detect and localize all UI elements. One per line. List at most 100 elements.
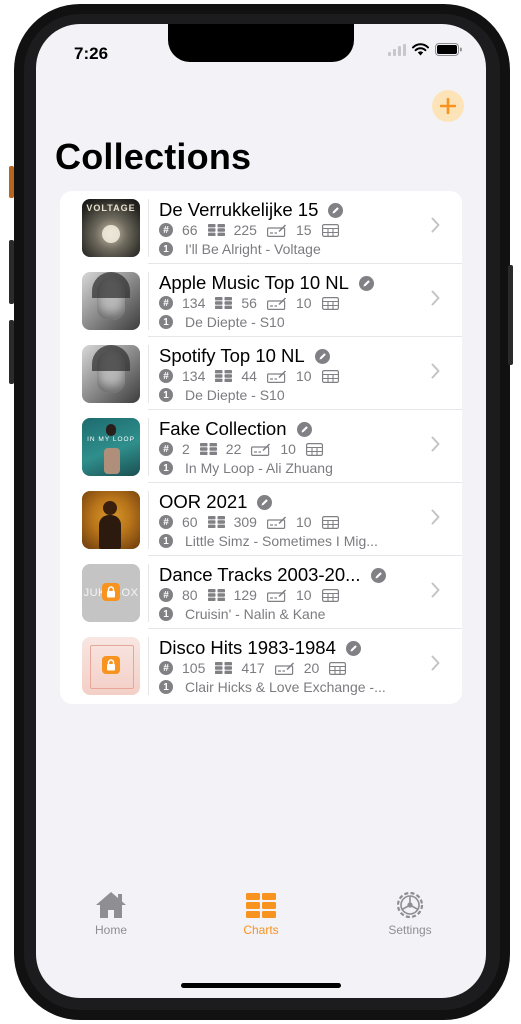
collection-row[interactable]: JUKEBOX Dance Tracks 2003-20... # 80 129… (60, 556, 462, 629)
edit-pencil-icon[interactable] (257, 494, 273, 510)
track-count: 44 (241, 368, 257, 384)
chart-size: 10 (295, 514, 312, 530)
volume-down-button (9, 320, 14, 384)
add-collection-button[interactable] (432, 90, 464, 122)
edit-pencil-icon[interactable] (328, 202, 344, 218)
track-count: 417 (241, 660, 265, 676)
home-indicator[interactable] (181, 983, 341, 988)
stack-icon (199, 443, 217, 455)
power-button (508, 265, 513, 365)
collection-stats: # 105 417 20 (159, 659, 347, 677)
edit-pencil-icon[interactable] (314, 348, 330, 364)
chart-size: 10 (295, 587, 312, 603)
signature-icon (266, 515, 286, 529)
collection-name: De Verrukkelijke 15 (159, 199, 319, 220)
screen: 7:26 Collections VOLTAGE De Verrukkelijk… (36, 24, 486, 998)
collection-name: Dance Tracks 2003-20... (159, 564, 361, 585)
chart-size: 10 (295, 368, 312, 384)
collection-row[interactable]: Disco Hits 1983-1984 # 105 417 20 1 Clai… (60, 629, 462, 702)
table-icon (321, 515, 339, 529)
collection-artwork: JUKEBOX (82, 564, 140, 622)
artwork-label: VOLTAGE (86, 203, 136, 213)
top-entry-text: Cruisin' - Nalin & Kane (185, 606, 326, 622)
gear-icon (396, 891, 424, 919)
track-count: 22 (225, 441, 242, 457)
chevron-right-icon (431, 436, 440, 452)
cellular-signal-icon (388, 43, 406, 56)
collection-name: Disco Hits 1983-1984 (159, 637, 336, 658)
artwork-label: IN MY LOOP (87, 436, 135, 443)
edit-pencil-icon[interactable] (296, 421, 312, 437)
edit-pencil-icon[interactable] (358, 275, 374, 291)
collection-artwork: IN MY LOOP (82, 418, 140, 476)
top-entry: 1 In My Loop - Ali Zhuang (159, 459, 333, 477)
plus-icon (440, 98, 456, 114)
signature-icon (266, 296, 286, 310)
collection-stats: # 66 225 15 (159, 221, 339, 239)
tab-settings[interactable]: Settings (350, 890, 470, 937)
chevron-right-icon (431, 290, 440, 306)
charts-grid-icon (246, 893, 276, 918)
table-icon (321, 296, 339, 310)
stack-icon (215, 370, 233, 382)
collection-row[interactable]: OOR 2021 # 60 309 10 1 Little Simz - Som… (60, 483, 462, 556)
rank-badge: 1 (159, 607, 173, 621)
rank-badge: 1 (159, 534, 173, 548)
chevron-right-icon (431, 655, 440, 671)
collection-row[interactable]: VOLTAGE De Verrukkelijke 15 # 66 225 15 … (60, 191, 462, 264)
chart-size: 20 (303, 660, 320, 676)
collection-artwork (82, 272, 140, 330)
tab-charts[interactable]: Charts (201, 890, 321, 937)
collection-artwork (82, 637, 140, 695)
collection-artwork: VOLTAGE (82, 199, 140, 257)
tab-home[interactable]: Home (51, 890, 171, 937)
signature-icon (266, 369, 286, 383)
lock-icon (107, 586, 115, 598)
hash-icon: # (159, 442, 173, 456)
hash-icon: # (159, 515, 173, 529)
track-count: 129 (233, 587, 257, 603)
collection-row[interactable]: IN MY LOOP Fake Collection # 2 22 10 1 I… (60, 410, 462, 483)
item-count: 66 (182, 222, 198, 238)
item-count: 134 (182, 368, 206, 384)
collection-row[interactable]: Spotify Top 10 NL # 134 44 10 1 De Diept… (60, 337, 462, 410)
chevron-right-icon (431, 363, 440, 379)
hash-icon: # (159, 661, 173, 675)
house-icon (96, 892, 126, 918)
signature-icon (274, 661, 294, 675)
tab-charts-label: Charts (243, 923, 279, 937)
chevron-right-icon (431, 509, 440, 525)
track-count: 56 (241, 295, 257, 311)
page-title: Collections (55, 136, 252, 177)
collection-stats: # 2 22 10 (159, 440, 323, 458)
item-count: 2 (182, 441, 190, 457)
chart-size: 10 (295, 295, 312, 311)
collection-stats: # 134 44 10 (159, 367, 339, 385)
top-entry: 1 Little Simz - Sometimes I Mig... (159, 532, 378, 550)
top-entry-text: De Diepte - S10 (185, 314, 285, 330)
tab-home-label: Home (94, 923, 127, 937)
collection-stats: # 80 129 10 (159, 586, 339, 604)
collection-row[interactable]: Apple Music Top 10 NL # 134 56 10 1 De D… (60, 264, 462, 337)
stack-icon (207, 224, 225, 236)
hash-icon: # (159, 369, 173, 383)
table-icon (321, 223, 339, 237)
collection-artwork (82, 345, 140, 403)
collection-stats: # 60 309 10 (159, 513, 339, 531)
collection-name: Apple Music Top 10 NL (159, 272, 349, 293)
edit-pencil-icon[interactable] (370, 567, 386, 583)
rank-badge: 1 (159, 680, 173, 694)
rank-badge: 1 (159, 242, 173, 256)
status-time: 7:26 (74, 44, 109, 63)
tab-bar: Home Charts Settings (36, 890, 486, 960)
top-entry-text: Little Simz - Sometimes I Mig... (185, 533, 378, 549)
collection-name: Spotify Top 10 NL (159, 345, 305, 366)
collection-stats: # 134 56 10 (159, 294, 339, 312)
table-icon (321, 369, 339, 383)
hash-icon: # (159, 588, 173, 602)
edit-pencil-icon[interactable] (345, 640, 361, 656)
top-entry: 1 I'll Be Alright - Voltage (159, 240, 321, 258)
top-entry: 1 Cruisin' - Nalin & Kane (159, 605, 325, 623)
rank-badge: 1 (159, 315, 173, 329)
stack-icon (207, 589, 225, 601)
